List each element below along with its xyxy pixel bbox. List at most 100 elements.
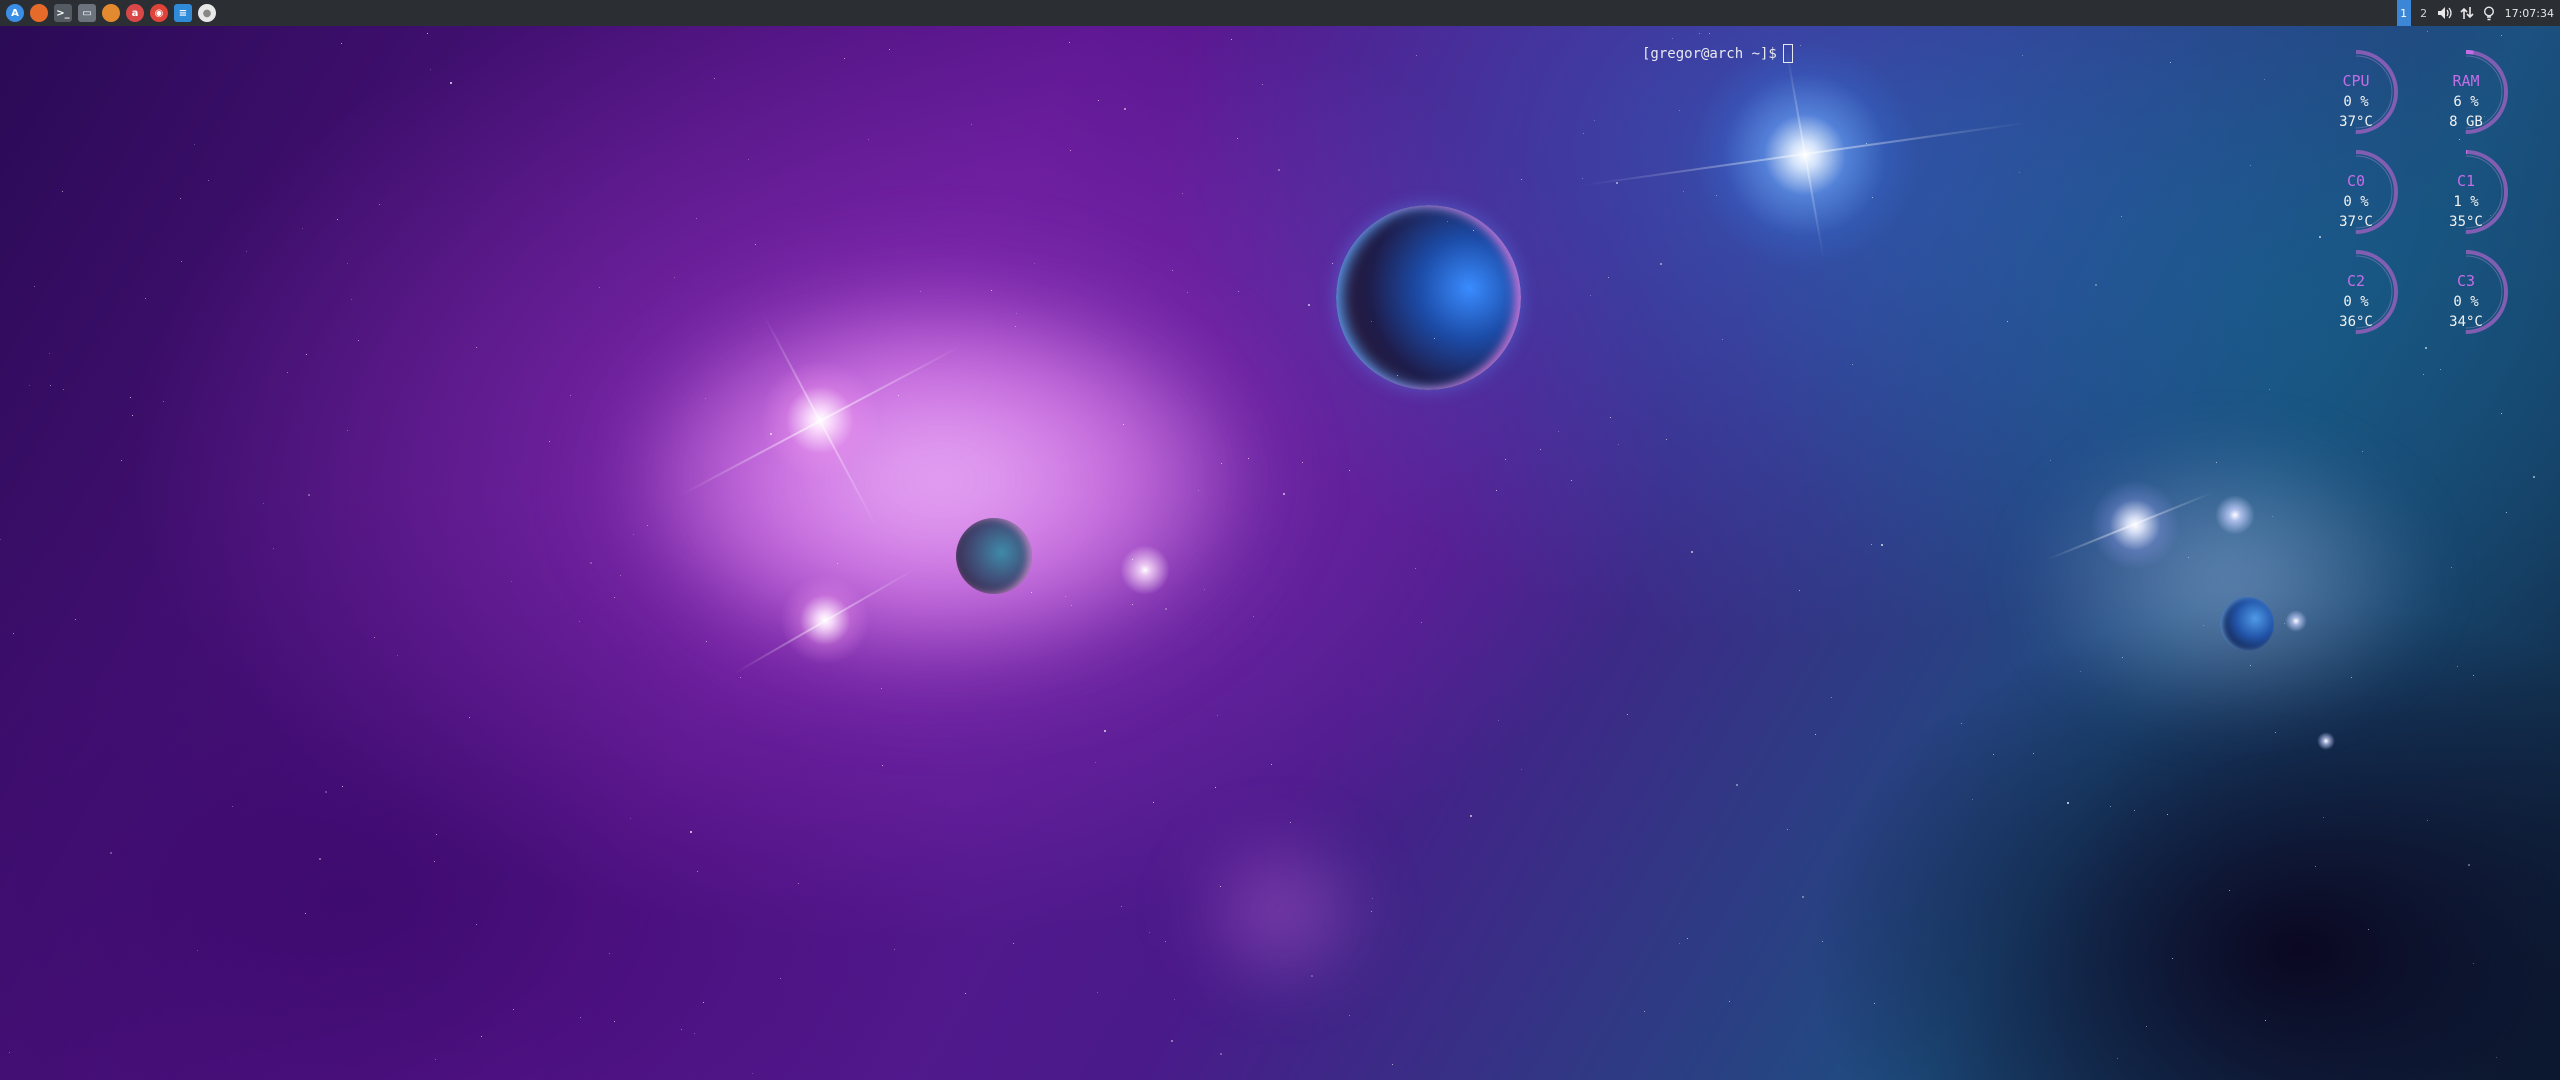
- star-dot: [2167, 814, 2168, 815]
- star-dot: [868, 139, 869, 140]
- star-dot: [2264, 79, 2265, 80]
- star-dot: [181, 261, 182, 262]
- star-dot: [1332, 263, 1333, 264]
- star-dot: [697, 871, 698, 872]
- star-dot: [1722, 339, 1723, 340]
- star-dot: [121, 460, 122, 461]
- star-dot: [1672, 38, 1673, 39]
- gimp-icon[interactable]: [102, 4, 120, 22]
- desktop-wallpaper: [0, 0, 2560, 1080]
- star-dot: [1237, 138, 1238, 139]
- star-dot: [740, 677, 741, 678]
- star-dot: [1397, 375, 1398, 376]
- star-dot: [2188, 557, 2189, 558]
- star-dot: [2440, 369, 2441, 370]
- star-dot: [1582, 178, 1583, 179]
- star-dot: [208, 180, 209, 181]
- star-dot: [2427, 820, 2428, 821]
- large-planet: [1336, 205, 1521, 390]
- star-dot: [2284, 623, 2285, 624]
- star-dot: [2229, 890, 2230, 891]
- star-dot: [2275, 732, 2276, 733]
- star-dot: [1616, 182, 1618, 184]
- star-dot: [2050, 460, 2051, 461]
- star-dot: [1262, 84, 1263, 85]
- star-dot: [1371, 321, 1372, 322]
- star-dot: [748, 159, 749, 160]
- star-dot: [1308, 304, 1310, 306]
- workspace-2-button[interactable]: 2: [2417, 0, 2431, 26]
- star-dot: [1283, 493, 1285, 495]
- settings-icon[interactable]: ●: [198, 4, 216, 22]
- lightbulb-icon[interactable]: [2481, 5, 2497, 21]
- star-dot: [1121, 906, 1122, 907]
- star-dot: [1594, 120, 1595, 121]
- star-dot: [1271, 764, 1272, 765]
- terminal-prompt[interactable]: [gregor@arch ~]$: [1642, 44, 1793, 63]
- star-dot: [1866, 143, 1867, 144]
- star-dot: [991, 290, 992, 291]
- star-dot: [1104, 730, 1106, 732]
- star-dot: [1098, 100, 1099, 101]
- app-icon-red[interactable]: a: [126, 4, 144, 22]
- star-dot: [2033, 753, 2034, 754]
- star-dot: [1215, 787, 1216, 788]
- star-dot: [2496, 1057, 2497, 1058]
- gauge-c1: C1 1 % 35°C: [2416, 142, 2516, 242]
- clock[interactable]: 17:07:34: [2503, 7, 2554, 20]
- file-manager-icon[interactable]: ▭: [78, 4, 96, 22]
- nebula-wisp: [1180, 820, 1380, 1000]
- star-dot: [1415, 568, 1416, 569]
- star-dot: [696, 218, 697, 219]
- star-dot: [481, 1036, 482, 1037]
- star-dot: [1165, 608, 1167, 610]
- star-dot: [397, 655, 398, 656]
- star-dot: [232, 806, 233, 807]
- star-dot: [194, 144, 195, 145]
- star-dot: [889, 49, 890, 50]
- gauge-label: CPU: [2342, 72, 2370, 90]
- star-dot: [341, 43, 342, 44]
- star-dot: [1590, 295, 1591, 296]
- top-panel: A >_ ▭ a ◉ ≡ ● 1 2 17:07:34: [0, 0, 2560, 26]
- gauge-value: 0 %: [2453, 294, 2479, 310]
- star-dot: [434, 861, 435, 862]
- star-dot: [2170, 62, 2171, 63]
- gauge-subvalue: 36°C: [2339, 314, 2373, 330]
- star-dot: [1881, 544, 1883, 546]
- gauge-c3: C3 0 % 34°C: [2416, 242, 2516, 342]
- star-dot: [1182, 193, 1183, 194]
- star-dot: [1217, 715, 1218, 716]
- workspace-1-button[interactable]: 1: [2396, 0, 2411, 26]
- star-dot: [714, 78, 715, 79]
- star-dot: [13, 633, 14, 634]
- star-dot: [1799, 590, 1800, 591]
- star-dot: [1473, 230, 1474, 231]
- star-dot: [599, 287, 600, 288]
- star-dot: [1558, 431, 1559, 432]
- cluster-star: [2215, 495, 2255, 535]
- terminal-icon[interactable]: >_: [54, 4, 72, 22]
- star-dot: [2351, 677, 2352, 678]
- star-dot: [2323, 817, 2324, 818]
- star-dot: [306, 354, 307, 355]
- star-dot: [29, 385, 30, 386]
- volume-icon[interactable]: [2437, 5, 2453, 21]
- app-menu-icon[interactable]: A: [6, 4, 24, 22]
- star-dot: [1736, 784, 1738, 786]
- network-icon[interactable]: [2459, 5, 2475, 21]
- star-dot: [2501, 35, 2502, 36]
- star-dot: [1015, 326, 1016, 327]
- star-dot: [1253, 616, 1254, 617]
- star-dot: [1016, 313, 1017, 314]
- star-dot: [347, 263, 348, 264]
- star-dot: [1608, 277, 1609, 278]
- nebula-star: [1120, 545, 1170, 595]
- gauge-subvalue: 34°C: [2449, 314, 2483, 330]
- text-editor-icon[interactable]: ≡: [174, 4, 192, 22]
- star-dot: [647, 525, 648, 526]
- media-player-icon[interactable]: ◉: [150, 4, 168, 22]
- firefox-icon[interactable]: [30, 4, 48, 22]
- star-dot: [630, 818, 631, 819]
- star-dot: [1815, 734, 1816, 735]
